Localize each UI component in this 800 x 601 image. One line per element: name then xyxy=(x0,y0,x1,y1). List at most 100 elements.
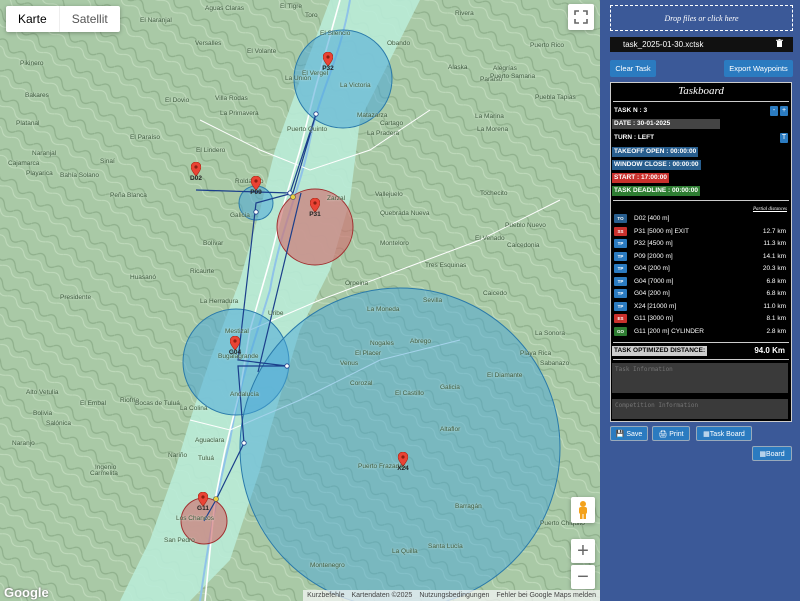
turnpoint-distance: 8.1 km xyxy=(766,315,786,322)
terms-link[interactable]: Nutzungsbedingungen xyxy=(419,590,489,601)
clear-task-button[interactable]: Clear Task xyxy=(610,60,656,77)
waypoint-marker[interactable]: X24 xyxy=(397,451,409,478)
place-label: El Tigre xyxy=(280,3,303,10)
place-label: Bahía Solano xyxy=(60,172,100,179)
place-label: Puerto Samaria xyxy=(490,73,536,80)
waypoint-marker[interactable]: P09 xyxy=(250,175,262,202)
place-label: Altaflor xyxy=(440,426,461,433)
optimized-distance-value: 94.0 Km xyxy=(754,346,785,355)
turnpoint-type-badge: TP xyxy=(614,289,627,298)
turnpoint-row: TP G04 [200 m] 20.3 km xyxy=(612,263,788,275)
waypoint-marker[interactable]: G04 xyxy=(229,335,241,362)
shortcuts-link[interactable]: Kurzbefehle xyxy=(307,590,344,601)
place-label: Sabanazo xyxy=(540,360,570,367)
map-type-karte[interactable]: Karte xyxy=(6,6,59,32)
optimized-distance-label: TASK OPTIMIZED DISTANCE: xyxy=(612,346,708,356)
turnpoint-type-badge: TP xyxy=(614,264,627,273)
place-label: El Embal xyxy=(80,400,107,407)
turnpoint-name: G11 [3000 m] xyxy=(634,315,673,322)
place-label: Alto Vetulia xyxy=(26,389,59,396)
place-label: La Quilla xyxy=(392,548,418,555)
zoom-out-button[interactable]: − xyxy=(571,565,595,589)
place-label: La Morena xyxy=(477,126,509,133)
place-label: Nariño xyxy=(168,452,188,459)
takeoff-open: TAKEOFF OPEN : 00:00:00 xyxy=(612,147,699,157)
task-deadline: TASK DEADLINE : 00:00:00 xyxy=(612,186,701,196)
save-label: Save xyxy=(626,431,643,438)
place-label: La Marina xyxy=(475,113,504,120)
board-button[interactable]: ▦Board xyxy=(752,446,792,461)
turnpoint-name: D02 [400 m] xyxy=(634,215,670,222)
turnpoint-name: G04 [7000 m] xyxy=(634,277,674,285)
turnpoint-row: TP P09 [2000 m] 14.1 km xyxy=(612,251,788,263)
report-error-link[interactable]: Fehler bei Google Maps melden xyxy=(496,590,596,601)
save-button[interactable]: 💾 Save xyxy=(610,426,648,441)
divider xyxy=(613,200,789,201)
turn-toggle-button[interactable]: T xyxy=(780,133,788,143)
task-increment-button[interactable]: + xyxy=(780,106,788,116)
turnpoint-type-badge: SS xyxy=(614,226,627,236)
waypoint-marker[interactable]: D02 xyxy=(190,161,202,188)
task-board-label: Task Board xyxy=(709,431,745,438)
table-icon: ▦ xyxy=(759,451,766,458)
task-board-button[interactable]: ▦Task Board xyxy=(696,426,752,441)
place-label: El Dovio xyxy=(165,97,190,104)
file-dropzone[interactable]: Drop files or click here xyxy=(610,5,793,31)
place-label: Puerto Quinto xyxy=(287,126,328,133)
map-attribution: Kurzbefehle Kartendaten ©2025 Nutzungsbe… xyxy=(303,590,600,601)
map-type-control[interactable]: Karte Satellit xyxy=(6,6,120,32)
map-pin-icon xyxy=(397,451,409,467)
map-type-satellit[interactable]: Satellit xyxy=(58,6,120,32)
place-label: Peña Blanca xyxy=(110,192,147,199)
turnpoint-row: ES G11 [3000 m] 8.1 km xyxy=(612,313,788,325)
turnpoint-distance: 14.1 km xyxy=(762,252,786,260)
google-logo: Google xyxy=(4,585,49,600)
place-label: Nogales xyxy=(370,340,394,347)
partial-distances-label: Partial distances xyxy=(752,207,787,212)
fullscreen-button[interactable] xyxy=(568,4,594,30)
street-view-button[interactable] xyxy=(571,497,595,523)
place-label: Uribe xyxy=(268,310,284,317)
place-label: Andalucía xyxy=(230,391,259,398)
place-label: Naranjo xyxy=(12,440,35,447)
export-waypoints-button[interactable]: Export Waypoints xyxy=(724,60,793,77)
divider xyxy=(613,359,789,360)
place-label: El Paraíso xyxy=(130,134,160,141)
place-label: La Colina xyxy=(180,405,208,412)
place-label: El Castillo xyxy=(395,390,424,397)
waypoint-marker[interactable]: P32 xyxy=(322,51,334,78)
delete-file-icon[interactable] xyxy=(776,37,783,52)
place-label: Obando xyxy=(387,40,411,47)
print-label: Print xyxy=(669,431,684,438)
place-label: Tochecito xyxy=(480,190,508,197)
waypoint-marker[interactable]: P31 xyxy=(309,197,321,224)
map-pin-icon xyxy=(190,161,202,177)
map-data-text: Kartendaten ©2025 xyxy=(351,592,413,599)
turnpoint-name: P32 [4500 m] xyxy=(634,240,673,247)
turnpoint-row: GO G11 [200 m] CYLINDER 2.8 km xyxy=(612,326,788,338)
task-information-field[interactable] xyxy=(612,363,788,393)
task-number: TASK N : 3 xyxy=(614,107,648,114)
optimized-distance-row: TASK OPTIMIZED DISTANCE: 94.0 Km xyxy=(612,345,788,357)
map[interactable]: Aguas Claras El Tigre Toro El Naranjal El Si… xyxy=(0,0,600,601)
turnpoint-name: G11 [200 m] CYLINDER xyxy=(634,327,704,335)
place-label: Versalles xyxy=(195,40,222,47)
place-label: Tres Esquinas xyxy=(425,262,467,269)
place-label: Playarica xyxy=(26,170,53,177)
turnpoint-type-badge: TP xyxy=(614,251,627,261)
turnpoint-type-badge: GO xyxy=(614,326,627,336)
turnpoint-type-badge: TO xyxy=(614,214,627,223)
zoom-in-button[interactable]: + xyxy=(571,539,595,563)
task-decrement-button[interactable]: - xyxy=(770,106,778,116)
turnpoint-name: X24 [21000 m] xyxy=(634,302,677,310)
place-label: Bocas de Tuluá xyxy=(135,400,180,407)
waypoint-label: G11 xyxy=(197,505,209,512)
print-button[interactable]: 🖨 Print xyxy=(652,426,690,441)
competition-information-field[interactable] xyxy=(612,399,788,419)
waypoint-label: X24 xyxy=(397,465,409,472)
waypoint-marker[interactable]: G11 xyxy=(197,491,209,518)
pegman-icon xyxy=(579,501,587,519)
place-label: La Victoria xyxy=(340,82,371,89)
loaded-file-row: task_2025-01-30.xctsk xyxy=(610,37,793,52)
place-label: El Venado xyxy=(475,235,505,242)
